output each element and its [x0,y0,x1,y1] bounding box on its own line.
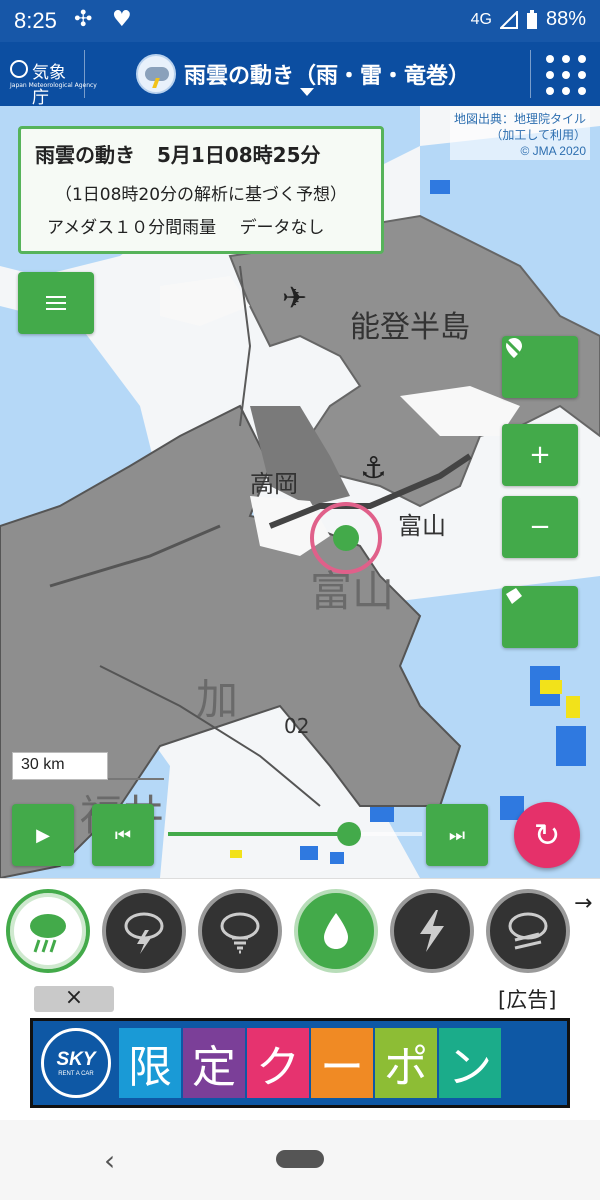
ad-banner[interactable]: SKY RENT A CAR 限 定 ク ー ポ ン [30,1018,570,1108]
heavy-rain-cloud-icon [508,912,548,950]
heart-icon: ♥ [112,7,132,32]
mode-thunder-button[interactable] [102,889,186,973]
mode-bar: → [0,878,600,982]
tornado-cloud-icon [220,912,260,954]
status-bar: 8:25 ✣ ♥ 4G 88% [0,0,600,42]
ad-char: ク [247,1028,309,1098]
weather-badge-icon [136,54,176,94]
label-toyama-pref: 富山 [310,567,395,616]
time-slider-thumb[interactable] [337,822,361,846]
back-icon[interactable]: ‹ [104,1144,115,1177]
time-slider-track[interactable] [168,832,350,836]
skip-start-button[interactable]: ⏮ [92,804,154,866]
label-kanazawa: 加 [196,675,239,724]
layers-icon [506,588,522,604]
rain-cloud-icon [30,914,66,953]
scale-bar [108,778,164,780]
ad-char: ン [439,1028,501,1098]
battery-icon [526,9,537,29]
lightning-icon [420,910,444,952]
ad-label: [広告] [498,988,557,1012]
arrow-right-icon[interactable]: → [574,891,592,916]
map-view[interactable]: ✈ ⚓ 能登半島 高岡 富山 富山 加 福井 02 地図出典：地理院タイル （加… [0,106,600,878]
status-time: 8:25 [14,8,57,33]
pinwheel-icon: ✣ [74,7,93,32]
play-button[interactable]: ▶ [12,804,74,866]
skip-end-button[interactable]: ⏭ [426,804,488,866]
network-label: 4G [470,10,492,28]
mode-heavy-rain-button[interactable] [486,889,570,973]
layer-button[interactable] [502,586,578,648]
divider [530,50,531,98]
thunder-cloud-icon [124,912,164,954]
hamburger-icon [46,296,66,310]
amedas-row: アメダス１０分間雨量 データなし [35,213,367,238]
location-off-button[interactable] [502,336,578,398]
play-icon: ▶ [36,824,50,846]
label-takaoka: 高岡 [250,470,298,498]
home-pill[interactable] [276,1150,324,1168]
ad-char: 限 [119,1028,181,1098]
refresh-button[interactable]: ↻ [514,802,580,868]
map-attribution: 地図出典：地理院タイル （加工して利用） © JMA 2020 [449,110,590,160]
info-title-row: 雨雲の動き 5月1日08時25分 [35,139,367,168]
jma-logo[interactable]: 気象庁 Japan Meteorological Agency [6,48,97,108]
label-toyama-city: 富山 [398,512,446,540]
map-scale: 30 km [12,752,108,780]
plus-icon: + [529,440,551,470]
label-route: 02 [284,714,310,738]
svg-text:✈: ✈ [282,281,307,316]
info-title: 雨雲の動き [35,143,135,167]
brand-name: SKY [56,1049,96,1070]
mode-tornado-button[interactable] [198,889,282,973]
close-ad-button[interactable]: × [34,986,114,1012]
sky-logo: SKY RENT A CAR [41,1028,111,1098]
zoom-out-button[interactable]: − [502,496,578,558]
water-drop-icon [324,913,348,949]
mode-lightning-button[interactable] [390,889,474,973]
forecast-info-box: 雨雲の動き 5月1日08時25分 （1日08時20分の解析に基づく予想） アメダ… [18,126,384,254]
mode-rainfall-button[interactable] [294,889,378,973]
label-noto: 能登半島 [350,310,470,345]
minus-icon: − [529,512,551,542]
page-title: 雨雲の動き（雨・雷・竜巻） [184,64,471,89]
zoom-in-button[interactable]: + [502,424,578,486]
attribution-line: （加工して利用） [490,128,586,142]
brand-sub: RENT A CAR [58,1071,94,1077]
amedas-label: アメダス１０分間雨量 [47,218,217,238]
system-nav-bar: ‹ [0,1120,600,1200]
refresh-icon: ↻ [533,816,561,854]
battery-percent: 88% [545,8,586,30]
amedas-status: データなし [239,218,325,238]
forecast-note: （1日08時20分の解析に基づく予想） [54,185,348,205]
attribution-line: © JMA 2020 [520,144,586,158]
ad-char: 定 [183,1028,245,1098]
caret-down-icon[interactable] [300,88,314,96]
skip-end-icon: ⏭ [448,824,466,846]
skip-start-icon: ⏮ [114,824,132,846]
ad-char: ー [311,1028,373,1098]
info-datetime: 5月1日08時25分 [157,143,321,167]
map-menu-button[interactable] [18,272,94,334]
location-off-icon [503,337,525,359]
jma-mark-icon [10,60,28,78]
svg-text:⚓: ⚓ [360,451,387,486]
ad-char: ポ [375,1028,437,1098]
grid-menu-button[interactable] [546,55,588,95]
attribution-line: 地図出典：地理院タイル [453,112,586,126]
status-right: 4G 88% [471,8,586,31]
mode-rain-button[interactable] [6,889,90,973]
app-bar: 気象庁 Japan Meteorological Agency 雨雲の動き（雨・… [0,42,600,108]
signal-icon [499,10,518,29]
divider [84,50,85,98]
